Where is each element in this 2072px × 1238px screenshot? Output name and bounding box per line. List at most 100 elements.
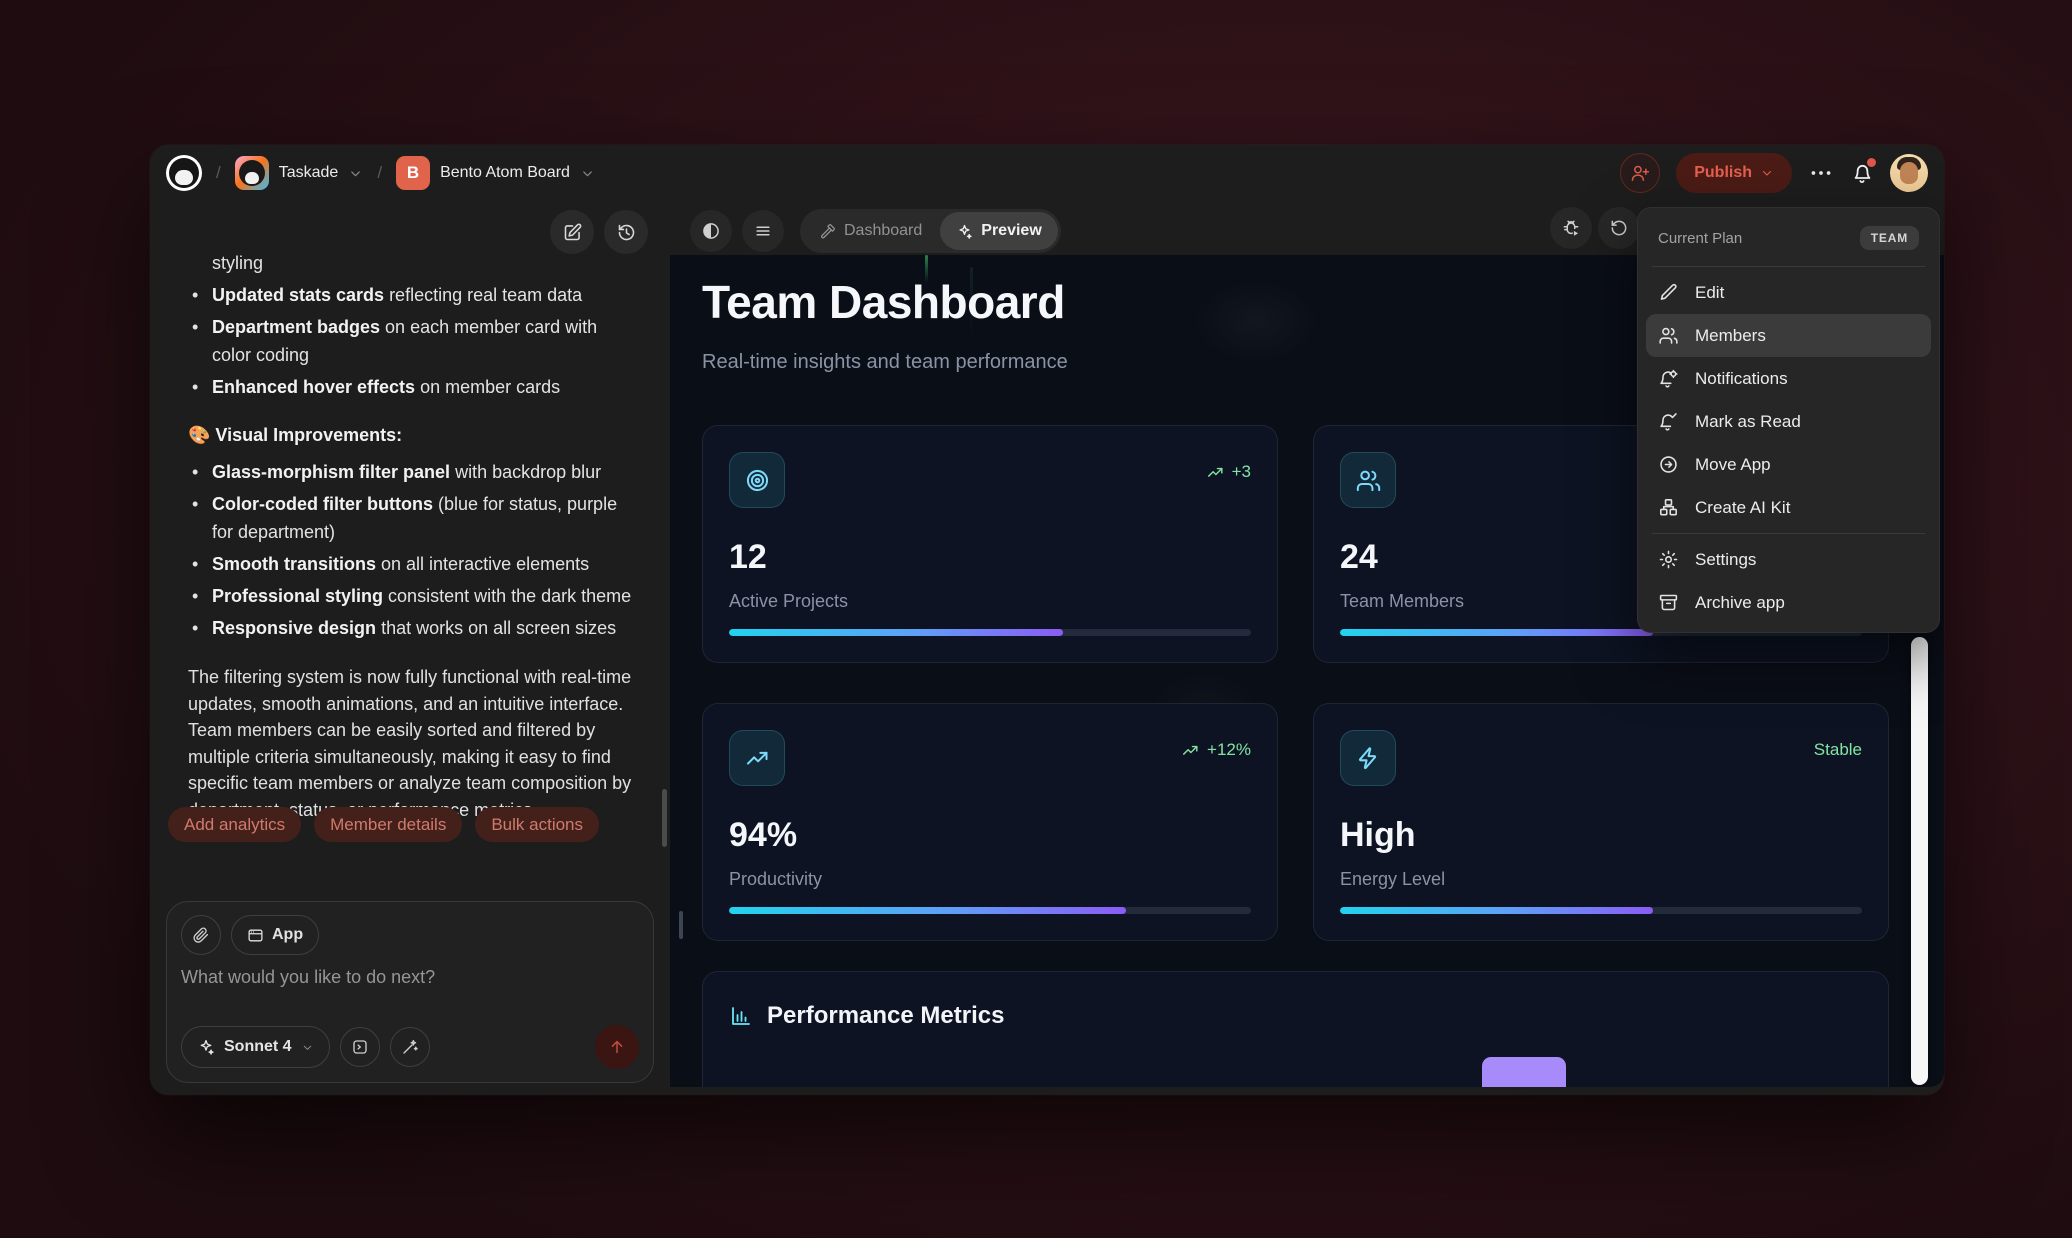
stat-value: 12 <box>729 538 767 577</box>
chat-section-heading: 🎨 Visual Improvements: <box>188 421 640 449</box>
bug-play-icon <box>1561 218 1581 238</box>
metric-bar <box>1482 1057 1566 1087</box>
stat-label: Productivity <box>729 869 822 890</box>
chat-history-button[interactable] <box>604 210 648 254</box>
chevron-down-icon[interactable] <box>580 166 595 181</box>
zap-icon <box>1355 745 1382 772</box>
suggestion-chip[interactable]: Bulk actions <box>475 807 599 842</box>
bar-chart-icon <box>729 1004 753 1028</box>
history-icon <box>616 222 637 243</box>
menu-item-notifications[interactable]: Notifications <box>1646 357 1931 400</box>
chat-bullet: Enhanced hover effects on member cards <box>188 373 640 401</box>
menu-item-create-ai-kit[interactable]: Create AI Kit <box>1646 486 1931 529</box>
dashboard-title: Team Dashboard <box>702 275 1065 329</box>
code-mode-button[interactable] <box>340 1027 380 1067</box>
board-icon[interactable]: B <box>396 156 430 190</box>
menu-item-move-app[interactable]: Move App <box>1646 443 1931 486</box>
chat-bullet: Updated stats cards reflecting real team… <box>188 281 640 309</box>
chat-composer: App Sonnet 4 <box>166 901 654 1083</box>
app-logo-icon[interactable] <box>166 155 202 191</box>
current-plan-label: Current Plan <box>1658 230 1742 247</box>
stat-value: High <box>1340 816 1416 855</box>
chevron-down-icon[interactable] <box>348 166 363 181</box>
breadcrumb-separator: / <box>216 163 221 183</box>
menu-item-mark-as-read[interactable]: Mark as Read <box>1646 400 1931 443</box>
tab-dashboard[interactable]: Dashboard <box>803 212 938 250</box>
menu-item-label: Members <box>1695 326 1766 346</box>
menu-button[interactable] <box>742 210 784 252</box>
model-selector[interactable]: Sonnet 4 <box>181 1026 330 1068</box>
stat-card: +12%94%Productivity <box>702 703 1278 941</box>
progress-fill <box>729 907 1126 914</box>
chat-text-line: styling <box>188 249 640 277</box>
dashboard-subtitle: Real-time insights and team performance <box>702 351 1068 374</box>
hamburger-icon <box>753 221 773 241</box>
toggle-sidebar-button[interactable] <box>690 210 732 252</box>
menu-item-settings[interactable]: Settings <box>1646 538 1931 581</box>
stat-icon-tile <box>729 452 785 508</box>
chat-bullet: Color-coded filter buttons (blue for sta… <box>188 490 640 546</box>
stat-value: 94% <box>729 816 797 855</box>
progress-fill <box>729 629 1063 636</box>
suggestion-chip[interactable]: Member details <box>314 807 462 842</box>
suggestion-chip[interactable]: Add analytics <box>168 807 301 842</box>
plan-badge: TEAM <box>1860 226 1919 250</box>
chat-paragraph: The filtering system is now fully functi… <box>188 664 640 823</box>
workspace-icon[interactable] <box>235 156 269 190</box>
chat-input[interactable] <box>181 967 639 1019</box>
preview-scrollbar[interactable] <box>1911 637 1928 1085</box>
panel-toggle-icon <box>701 221 721 241</box>
menu-item-label: Settings <box>1695 550 1756 570</box>
person-plus-icon <box>1630 163 1650 183</box>
menu-item-edit[interactable]: Edit <box>1646 271 1931 314</box>
stat-value: 24 <box>1340 538 1378 577</box>
more-options-button[interactable] <box>1808 160 1834 186</box>
bell-gear-icon <box>1658 368 1679 389</box>
chat-bullet-list: Glass-morphism filter panel with backdro… <box>188 458 640 642</box>
menu-items: Edit Members Notifications Mark as ReadMove… <box>1646 271 1931 624</box>
users-icon <box>1355 467 1382 494</box>
enhance-prompt-button[interactable] <box>390 1027 430 1067</box>
refresh-button[interactable] <box>1598 207 1640 249</box>
stat-label: Active Projects <box>729 591 848 612</box>
progress-fill <box>1340 629 1653 636</box>
menu-divider <box>1652 533 1925 534</box>
chat-message: styling Updated stats cards reflecting r… <box>188 249 640 823</box>
chat-bullet: Responsive design that works on all scre… <box>188 614 640 642</box>
menu-item-label: Edit <box>1695 283 1724 303</box>
tab-preview[interactable]: Preview <box>940 212 1057 250</box>
send-button[interactable] <box>595 1025 639 1069</box>
target-icon <box>744 467 771 494</box>
app-context-chip[interactable]: App <box>231 915 319 955</box>
panel-resize-handle[interactable] <box>679 911 683 939</box>
gear-icon <box>1658 549 1679 570</box>
stat-icon-tile <box>1340 730 1396 786</box>
user-avatar[interactable] <box>1890 154 1928 192</box>
publish-button[interactable]: Publish <box>1676 153 1792 193</box>
chevron-down-icon <box>1760 166 1774 180</box>
archive-icon <box>1658 592 1679 613</box>
debug-button[interactable] <box>1550 207 1592 249</box>
model-name: Sonnet 4 <box>224 1038 292 1056</box>
invite-member-button[interactable] <box>1620 153 1660 193</box>
menu-item-label: Notifications <box>1695 369 1788 389</box>
notifications-button[interactable] <box>1850 161 1874 185</box>
new-chat-button[interactable] <box>550 210 594 254</box>
workspace-name[interactable]: Taskade <box>279 164 339 182</box>
stat-icon-tile <box>1340 452 1396 508</box>
view-tabs: DashboardPreview <box>800 209 1061 253</box>
progress-track <box>729 629 1251 636</box>
stat-card: StableHighEnergy Level <box>1313 703 1889 941</box>
menu-item-label: Create AI Kit <box>1695 498 1790 518</box>
board-name[interactable]: Bento Atom Board <box>440 164 570 182</box>
attach-button[interactable] <box>181 915 221 955</box>
menu-item-label: Archive app <box>1695 593 1785 613</box>
menu-item-archive-app[interactable]: Archive app <box>1646 581 1931 624</box>
pencil-icon <box>1658 282 1679 303</box>
progress-track <box>729 907 1251 914</box>
chat-scrollbar[interactable] <box>662 789 667 847</box>
chevron-down-icon <box>301 1041 314 1054</box>
progress-fill <box>1340 907 1653 914</box>
trend-badge: +3 <box>1206 462 1251 482</box>
menu-item-members[interactable]: Members <box>1646 314 1931 357</box>
